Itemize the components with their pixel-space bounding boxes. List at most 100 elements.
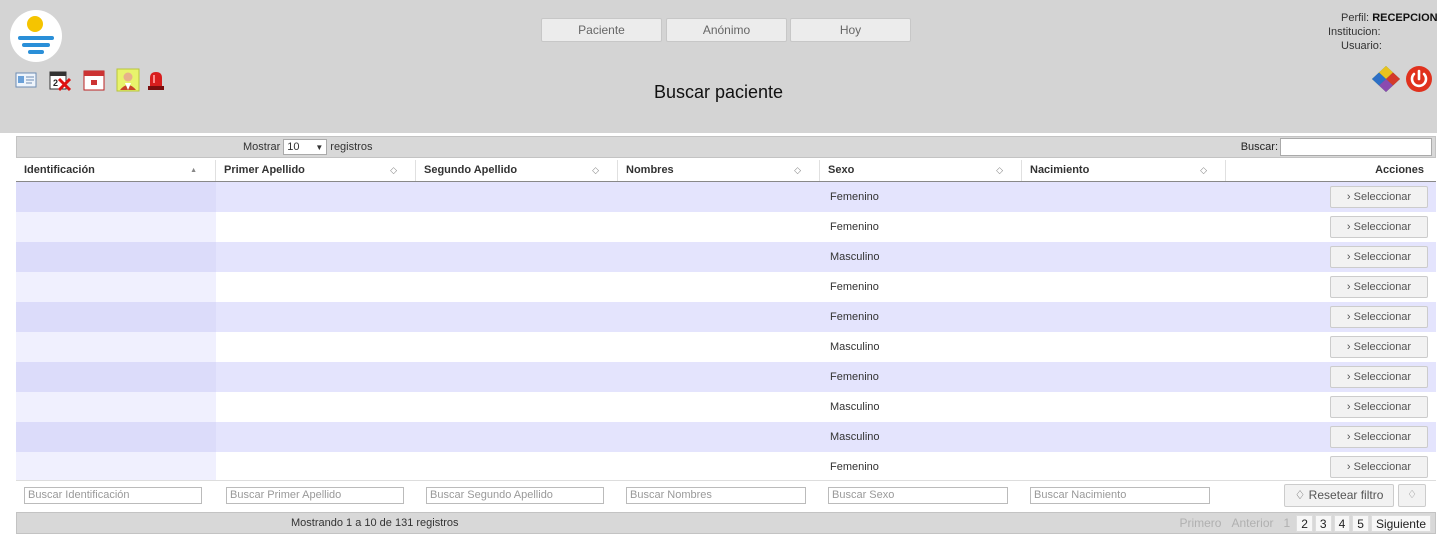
table-row: Femenino › Seleccionar	[16, 452, 1436, 482]
table-row: Femenino › Seleccionar	[16, 302, 1436, 332]
sort-icon: ◇	[996, 165, 1003, 175]
table-row: Masculino › Seleccionar	[16, 422, 1436, 452]
table-header: Identificación ▲ Primer Apellido ◇ Segun…	[16, 160, 1436, 182]
column-header-sexo[interactable]: Sexo ◇	[820, 160, 1022, 181]
table-row: Masculino › Seleccionar	[16, 242, 1436, 272]
sort-asc-icon: ▲	[190, 167, 197, 174]
id-cell	[16, 302, 216, 332]
page-3-button[interactable]: 3	[1314, 515, 1332, 532]
id-cell	[16, 212, 216, 242]
column-label: Acciones	[1375, 164, 1424, 176]
top-navigation: Paciente Anónimo Hoy	[541, 18, 911, 42]
column-header-segundo-apellido[interactable]: Segundo Apellido ◇	[416, 160, 618, 181]
records-label: registros	[330, 141, 373, 153]
select-button[interactable]: › Seleccionar	[1330, 276, 1428, 298]
sexo-cell: Masculino	[830, 401, 880, 413]
global-search: Buscar:	[1241, 138, 1432, 156]
select-button[interactable]: › Seleccionar	[1330, 186, 1428, 208]
table-row: Femenino › Seleccionar	[16, 272, 1436, 302]
app-logo[interactable]	[10, 10, 62, 62]
page-1-button[interactable]: 1	[1280, 515, 1295, 532]
search-label: Buscar:	[1240, 141, 1278, 153]
table-row: Femenino › Seleccionar	[16, 212, 1436, 242]
filter-primer-apellido-input[interactable]: Buscar Primer Apellido	[226, 487, 404, 504]
id-cell	[16, 422, 216, 452]
previous-page-button[interactable]: Anterior	[1227, 515, 1277, 532]
select-button[interactable]: › Seleccionar	[1330, 366, 1428, 388]
sexo-cell: Femenino	[830, 221, 879, 233]
pagination: Primero Anterior 1 2 3 4 5 Siguiente	[1175, 515, 1431, 532]
power-icon[interactable]	[1405, 65, 1433, 93]
perfil-label: Perfil:	[1341, 12, 1370, 24]
search-input[interactable]	[1280, 138, 1432, 156]
page-title: Buscar paciente	[653, 82, 784, 102]
sort-icon: ◇	[390, 165, 397, 175]
page-size-control: Mostrar 10 ▼ registros	[243, 139, 372, 155]
select-button[interactable]: › Seleccionar	[1330, 306, 1428, 328]
filter-nacimiento-input[interactable]: Buscar Nacimiento	[1030, 487, 1210, 504]
page-4-button[interactable]: 4	[1333, 515, 1351, 532]
reset-filter-button[interactable]: ♢ Resetear filtro	[1284, 484, 1394, 507]
filter-nombres-input[interactable]: Buscar Nombres	[626, 487, 806, 504]
id-cell	[16, 332, 216, 362]
id-cell	[16, 362, 216, 392]
next-page-button[interactable]: Siguiente	[1370, 515, 1431, 532]
column-label: Primer Apellido	[224, 164, 305, 176]
perfil-value: RECEPCIONISTA	[1372, 12, 1437, 24]
filter-identificacion-input[interactable]: Buscar Identificación	[24, 487, 202, 504]
id-cell	[16, 272, 216, 302]
column-header-identificacion[interactable]: Identificación ▲	[16, 160, 216, 181]
sexo-cell: Femenino	[830, 191, 879, 203]
page-5-button[interactable]: 5	[1352, 515, 1369, 532]
institucion-label: Institucion:	[1328, 26, 1381, 38]
sexo-cell: Femenino	[830, 371, 879, 383]
column-label: Nombres	[626, 164, 674, 176]
logo-stripe	[22, 43, 50, 47]
nav-paciente-button[interactable]: Paciente	[541, 18, 662, 42]
select-button[interactable]: › Seleccionar	[1330, 246, 1428, 268]
colored-cube-icon[interactable]	[1371, 65, 1401, 93]
table-row: Masculino › Seleccionar	[16, 332, 1436, 362]
sort-icon: ◇	[794, 165, 801, 175]
first-page-button[interactable]: Primero	[1175, 515, 1225, 532]
usuario-label: Usuario:	[1341, 40, 1382, 52]
column-header-acciones: Acciones	[1226, 160, 1436, 181]
page-2-button[interactable]: 2	[1296, 515, 1313, 532]
chevron-down-icon: ▼	[315, 142, 324, 152]
select-button[interactable]: › Seleccionar	[1330, 426, 1428, 448]
select-button[interactable]: › Seleccionar	[1330, 456, 1428, 478]
perfil-line: Perfil: RECEPCIONISTA	[1341, 12, 1437, 25]
column-header-primer-apellido[interactable]: Primer Apellido ◇	[216, 160, 416, 181]
column-filter-row: Buscar Identificación Buscar Primer Apel…	[16, 480, 1436, 508]
sexo-cell: Masculino	[830, 431, 880, 443]
page-size-select[interactable]: 10 ▼	[283, 139, 328, 155]
select-button[interactable]: › Seleccionar	[1330, 396, 1428, 418]
column-label: Sexo	[828, 164, 855, 176]
column-header-nacimiento[interactable]: Nacimiento ◇	[1022, 160, 1226, 181]
column-header-nombres[interactable]: Nombres ◇	[618, 160, 820, 181]
table-footer: Mostrando 1 a 10 de 131 registros Primer…	[16, 512, 1436, 534]
table-row: Femenino › Seleccionar	[16, 182, 1436, 212]
nav-hoy-button[interactable]: Hoy	[790, 18, 911, 42]
table-toolbar: Mostrar 10 ▼ registros Buscar:	[16, 136, 1436, 158]
page-size-value: 10	[287, 141, 300, 153]
column-label: Identificación	[24, 164, 95, 176]
reset-icon-button[interactable]: ♢	[1398, 484, 1426, 507]
select-button[interactable]: › Seleccionar	[1330, 216, 1428, 238]
table-row: Femenino › Seleccionar	[16, 362, 1436, 392]
filter-segundo-apellido-input[interactable]: Buscar Segundo Apellido	[426, 487, 604, 504]
table-row: Masculino › Seleccionar	[16, 392, 1436, 422]
logo-sun	[27, 16, 43, 32]
sexo-cell: Masculino	[830, 251, 880, 263]
id-cell	[16, 242, 216, 272]
sexo-cell: Femenino	[830, 461, 879, 473]
column-label: Nacimiento	[1030, 164, 1090, 176]
filter-sexo-input[interactable]: Buscar Sexo	[828, 487, 1008, 504]
logo-stripe	[28, 50, 44, 54]
sexo-cell: Masculino	[830, 341, 880, 353]
select-button[interactable]: › Seleccionar	[1330, 336, 1428, 358]
show-label: Mostrar	[243, 141, 281, 153]
id-cell	[16, 392, 216, 422]
sort-icon: ◇	[592, 165, 599, 175]
nav-anonimo-button[interactable]: Anónimo	[666, 18, 787, 42]
